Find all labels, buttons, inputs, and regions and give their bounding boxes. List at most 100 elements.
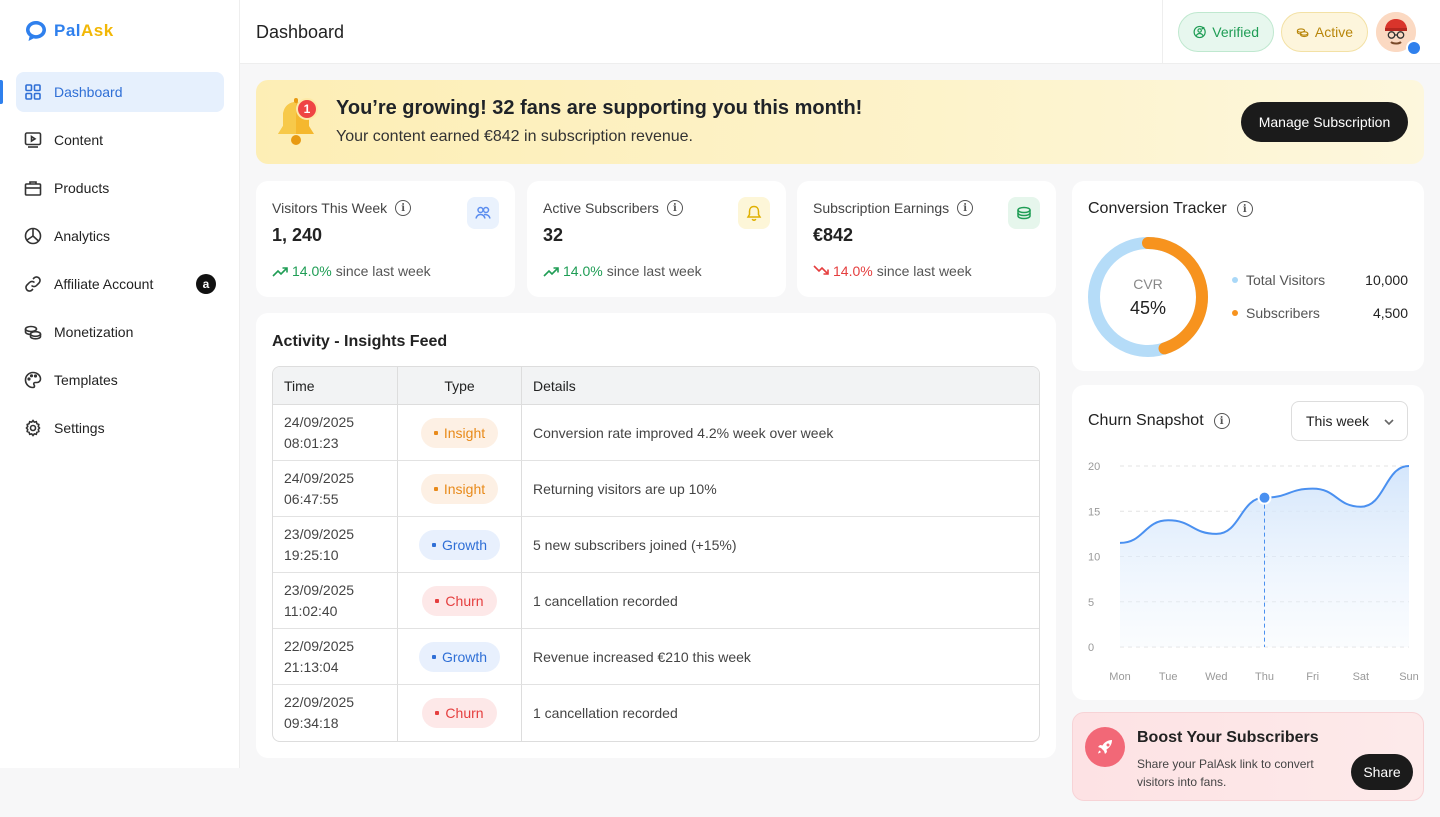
- cvr-label: CVR: [1133, 275, 1163, 292]
- link-icon: [25, 276, 41, 292]
- palette-icon: [24, 371, 42, 389]
- sidebar-item-content[interactable]: Content: [16, 120, 224, 160]
- y-tick-label: 0: [1088, 642, 1094, 654]
- stat-trend: 14.0% since last week: [813, 263, 972, 279]
- notification-count-badge: 1: [296, 98, 318, 120]
- stat-value: €842: [813, 225, 854, 245]
- details-cell: 5 new subscribers joined (+15%): [521, 517, 1039, 573]
- boost-title: Boost Your Subscribers: [1137, 729, 1319, 746]
- table-header-row: Time Type Details: [273, 367, 1039, 405]
- x-tick-label: Mon: [1109, 671, 1130, 683]
- trend-up-icon: [272, 267, 288, 277]
- type-cell: Churn: [397, 685, 521, 741]
- info-icon[interactable]: i: [395, 200, 412, 216]
- stat-value: 32: [543, 225, 564, 245]
- share-button[interactable]: Share: [1351, 754, 1413, 790]
- x-tick-label: Thu: [1255, 671, 1274, 683]
- sidebar-item-dashboard[interactable]: Dashboard: [16, 72, 224, 112]
- churn-line-chart: 0 5 10 15 20 Mon Tue Wed Thu Fri Sat Sun: [1088, 461, 1419, 683]
- type-badge-growth: Growth: [418, 641, 501, 672]
- growth-banner: 1 You’re growing! 32 fans are supporting…: [256, 80, 1424, 164]
- table-row[interactable]: 23/09/2025 11:02:40 Churn 1 cancellation …: [273, 573, 1039, 629]
- table-row[interactable]: 22/09/2025 21:13:04 Growth Revenue increa…: [273, 629, 1039, 685]
- sidebar-item-products[interactable]: Products: [16, 168, 224, 208]
- active-status-badge[interactable]: Active: [1281, 12, 1368, 52]
- pie-chart-icon: [24, 227, 42, 245]
- stat-label: Subscription Earnings i: [813, 200, 974, 216]
- coins-icon: [24, 325, 42, 340]
- stat-label: Visitors This Week i: [272, 200, 412, 216]
- x-tick-label: Fri: [1306, 671, 1319, 683]
- gear-icon: [25, 419, 41, 437]
- page-title: Dashboard: [256, 22, 345, 42]
- coins-icon: [1296, 28, 1309, 38]
- table-row[interactable]: 24/09/2025 06:47:55 Insight Returning vis…: [273, 461, 1039, 517]
- user-avatar[interactable]: [1376, 12, 1422, 56]
- info-icon[interactable]: i: [1236, 201, 1253, 217]
- stat-trend: 14.0% since last week: [543, 263, 702, 279]
- grid-icon: [25, 84, 41, 100]
- highlight-point[interactable]: [1257, 490, 1272, 505]
- sidebar-item-label: Settings: [54, 420, 105, 436]
- type-cell: Churn: [397, 573, 521, 629]
- bag-icon: [24, 181, 42, 196]
- time-cell: 24/09/2025 08:01:23: [273, 405, 397, 461]
- sidebar-item-affiliate-account[interactable]: Affiliate Account a: [16, 264, 224, 304]
- churn-snapshot-card: Churn Snapshot i This week 0 5 10 15 20 Mon Tue…: [1072, 385, 1424, 700]
- column-header-type[interactable]: Type: [397, 367, 521, 405]
- activity-table: Time Type Details 24/09/2025 08:01:23 Ins…: [272, 366, 1040, 742]
- type-cell: Growth: [397, 629, 521, 685]
- type-cell: Insight: [397, 461, 521, 517]
- conversion-tracker-card: Conversion Tracker i CVR 45% Total Visito…: [1072, 181, 1424, 371]
- time-cell: 23/09/2025 11:02:40: [273, 573, 397, 629]
- sidebar-item-label: Content: [54, 132, 104, 148]
- type-cell: Growth: [397, 517, 521, 573]
- conversion-title: Conversion Tracker i: [1088, 200, 1253, 218]
- details-cell: 1 cancellation recorded: [521, 685, 1039, 741]
- sidebar-item-label: Products: [54, 180, 110, 196]
- info-icon[interactable]: i: [666, 200, 683, 216]
- details-cell: Revenue increased €210 this week: [521, 629, 1039, 685]
- sidebar-item-label: Analytics: [54, 228, 111, 244]
- app-logo[interactable]: PalAsk: [24, 19, 114, 43]
- trend-down-icon: [813, 265, 829, 275]
- legend-total-visitors: Total Visitors 10,000: [1232, 272, 1408, 288]
- rocket-icon: [1085, 727, 1125, 767]
- boost-subscribers-card: Boost Your Subscribers Share your PalAsk…: [1072, 712, 1424, 801]
- banner-title: You’re growing! 32 fans are supporting y…: [336, 97, 863, 119]
- time-cell: 23/09/2025 19:25:10: [273, 517, 397, 573]
- table-row[interactable]: 23/09/2025 19:25:10 Growth 5 new subscrib…: [273, 517, 1039, 573]
- info-icon[interactable]: i: [957, 200, 974, 216]
- active-label: Active: [1314, 24, 1353, 40]
- sidebar-item-settings[interactable]: Settings: [16, 408, 224, 448]
- type-cell: Insight: [397, 405, 521, 461]
- column-header-time[interactable]: Time: [273, 367, 397, 405]
- column-header-details[interactable]: Details: [521, 367, 1039, 405]
- details-cell: Returning visitors are up 10%: [521, 461, 1039, 517]
- sidebar: PalAsk Dashboard Content Products Analyt…: [0, 0, 240, 768]
- details-cell: 1 cancellation recorded: [521, 573, 1039, 629]
- verified-badge[interactable]: Verified: [1178, 12, 1274, 52]
- manage-subscription-button[interactable]: Manage Subscription: [1241, 102, 1408, 142]
- top-header: Dashboard Verified Active: [240, 0, 1440, 64]
- y-tick-label: 20: [1088, 461, 1100, 473]
- x-tick-label: Wed: [1205, 671, 1227, 683]
- sidebar-item-templates[interactable]: Templates: [16, 360, 224, 400]
- cvr-value: 45%: [1129, 297, 1167, 318]
- period-select[interactable]: This week: [1291, 401, 1408, 441]
- boost-description: Share your PalAsk link to convert visito…: [1137, 757, 1314, 789]
- sidebar-item-analytics[interactable]: Analytics: [16, 216, 224, 256]
- sidebar-item-label: Dashboard: [54, 84, 123, 100]
- table-row[interactable]: 22/09/2025 09:34:18 Churn 1 cancellation …: [273, 685, 1039, 741]
- time-cell: 22/09/2025 21:13:04: [273, 629, 397, 685]
- amazon-icon: a: [196, 274, 216, 294]
- time-cell: 22/09/2025 09:34:18: [284, 694, 355, 731]
- chat-bubble-logo-icon: [26, 21, 46, 41]
- details-cell: Conversion rate improved 4.2% week over …: [521, 405, 1039, 461]
- info-icon[interactable]: i: [1213, 413, 1230, 429]
- sidebar-item-monetization[interactable]: Monetization: [16, 312, 224, 352]
- table-row[interactable]: 24/09/2025 08:01:23 Insight Conversion ra…: [273, 405, 1039, 461]
- type-badge-insight: Insight: [420, 473, 499, 504]
- y-tick-label: 15: [1088, 506, 1100, 518]
- x-tick-label: Sun: [1399, 671, 1419, 683]
